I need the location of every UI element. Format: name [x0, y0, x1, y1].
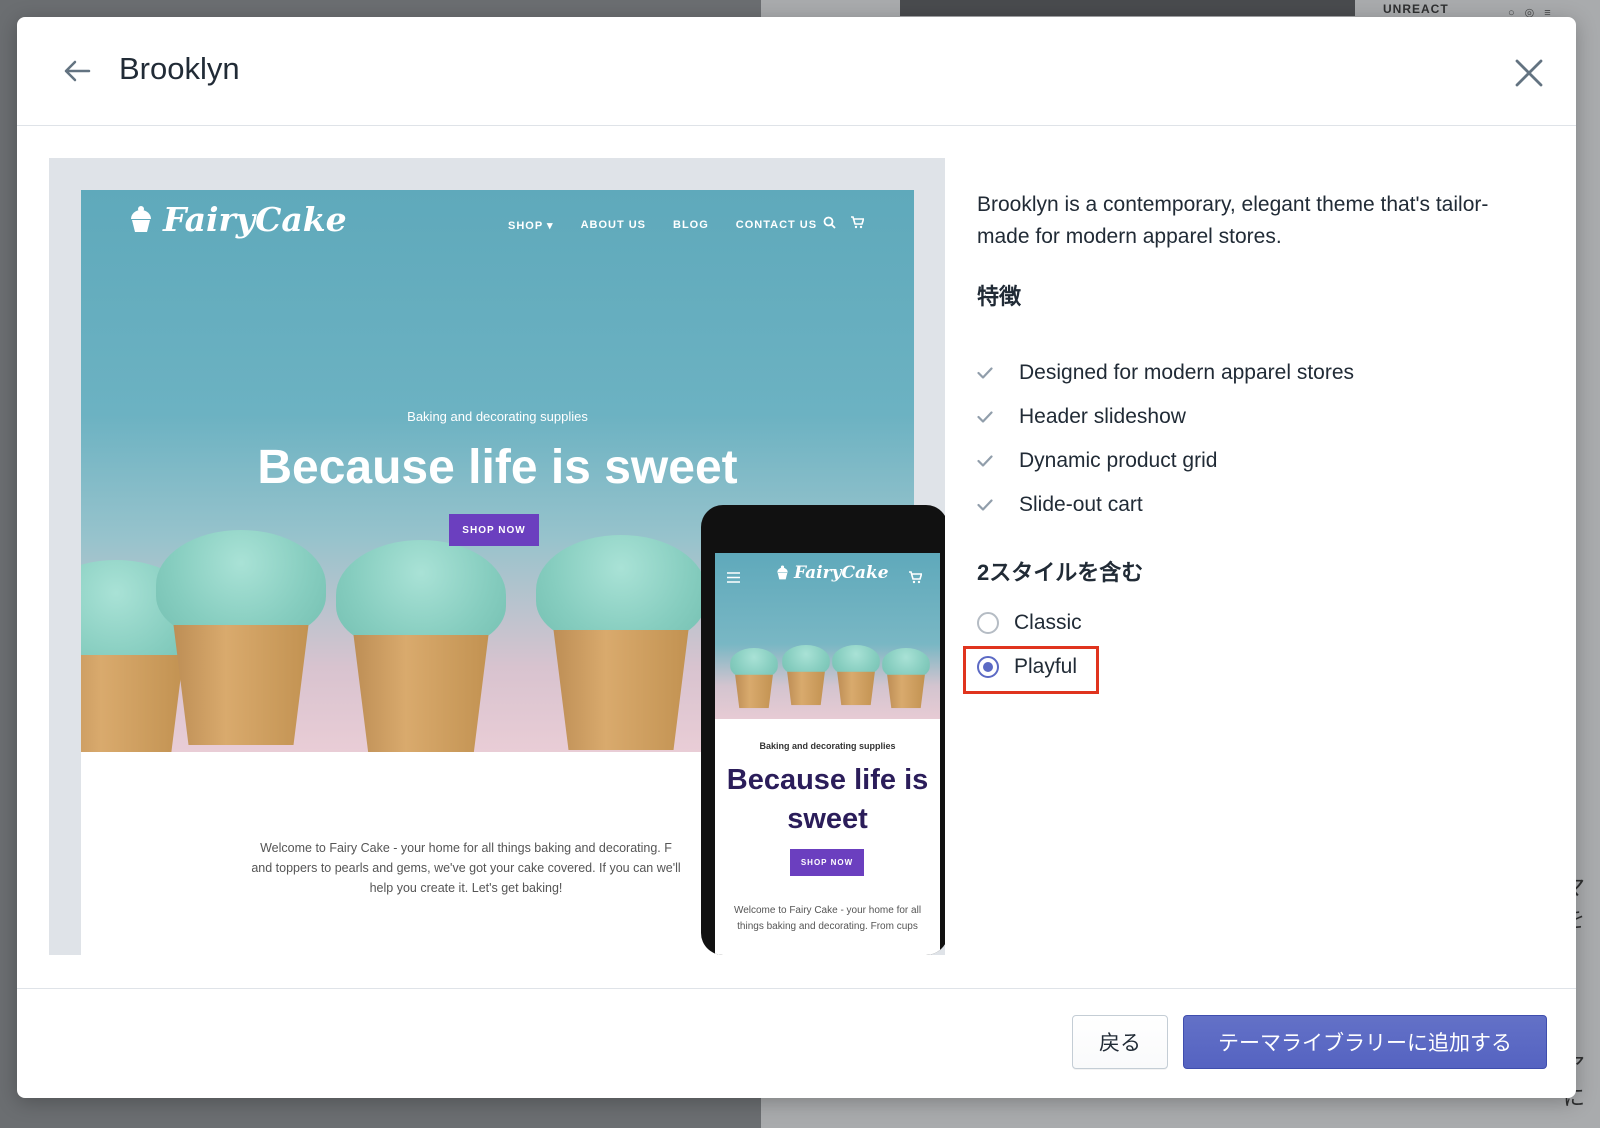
nav-blog: BLOG: [673, 219, 709, 231]
hero-subtitle: Baking and decorating supplies: [407, 409, 588, 424]
checkmark-icon: [977, 499, 993, 511]
store-nav: SHOP ▾ ABOUT US BLOG CONTACT US: [508, 219, 817, 232]
modal-title: Brooklyn: [119, 51, 240, 86]
style-label: Classic: [1014, 611, 1082, 634]
checkmark-icon: [977, 455, 993, 467]
checkmark-icon: [977, 411, 993, 423]
feature-item: Slide-out cart: [977, 483, 1354, 527]
mobile-welcome-text: Welcome to Fairy Cake - your home for al…: [733, 905, 922, 932]
close-button[interactable]: [1509, 53, 1549, 93]
mobile-screen: FairyCake Baking and decorating supplies…: [715, 553, 940, 955]
theme-modal: Brooklyn FairyCake SHOP ▾ ABOUT US BLOG …: [17, 17, 1576, 1098]
cart-icon: [909, 571, 922, 584]
mobile-hero-title: Because life is sweet: [726, 764, 929, 835]
menu-icon: [727, 572, 740, 583]
nav-about: ABOUT US: [580, 219, 647, 231]
mobile-hero-subtitle: Baking and decorating supplies: [759, 741, 896, 751]
feature-item: Dynamic product grid: [977, 439, 1354, 483]
cupcake-icon: [131, 205, 151, 232]
store-logo: FairyCake: [127, 200, 347, 239]
feature-item: Designed for modern apparel stores: [977, 351, 1354, 395]
nav-shop: SHOP ▾: [508, 220, 554, 232]
checkmark-icon: [977, 367, 993, 379]
styles-heading: 2スタイルを含む: [977, 560, 1144, 585]
cupcake-icon: [777, 565, 788, 580]
close-icon: [1515, 59, 1543, 87]
radio-button[interactable]: [977, 612, 999, 634]
nav-contact: CONTACT US: [735, 219, 818, 231]
feature-list: Designed for modern apparel stores Heade…: [977, 351, 1354, 527]
theme-description: Brooklyn is a contemporary, elegant them…: [977, 193, 1489, 248]
mobile-preview: FairyCake Baking and decorating supplies…: [701, 505, 945, 955]
modal-footer: 戻る テーマライブラリーに追加する: [17, 988, 1576, 1098]
add-to-theme-library-button[interactable]: テーマライブラリーに追加する: [1183, 1015, 1547, 1069]
modal-header: Brooklyn: [17, 17, 1576, 126]
theme-info: Brooklyn is a contemporary, elegant them…: [963, 189, 1537, 694]
back-footer-button[interactable]: 戻る: [1072, 1015, 1168, 1069]
theme-preview: FairyCake SHOP ▾ ABOUT US BLOG CONTACT U…: [49, 158, 945, 955]
features-heading: 特徴: [977, 284, 1022, 309]
hero-title: Because life is sweet: [257, 441, 738, 494]
back-button[interactable]: [59, 53, 95, 89]
mobile-shop-now-button: SHOP NOW: [790, 849, 864, 876]
mobile-store-logo: FairyCake: [775, 563, 889, 583]
feature-item: Header slideshow: [977, 395, 1354, 439]
hero-shop-now-button: SHOP NOW: [449, 514, 539, 546]
store-logo-text: FairyCake: [163, 200, 347, 239]
style-option-classic[interactable]: Classic: [977, 607, 1082, 639]
selection-highlight: [963, 646, 1099, 694]
mobile-hero: FairyCake: [715, 553, 940, 719]
search-icon: [823, 216, 836, 229]
welcome-text: Welcome to Fairy Cake - your home for al…: [251, 841, 681, 895]
cart-icon: [851, 216, 864, 229]
arrow-left-icon: [64, 60, 91, 82]
store-nav-icons: [823, 216, 864, 229]
